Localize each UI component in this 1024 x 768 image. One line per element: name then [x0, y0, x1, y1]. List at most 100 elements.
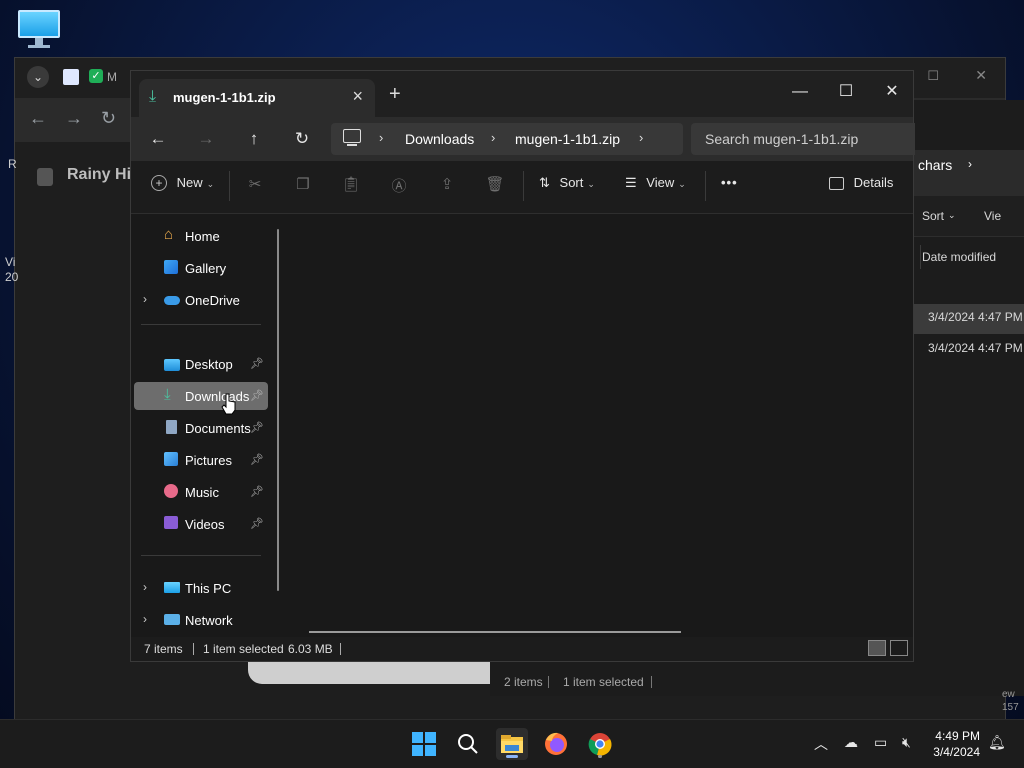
show-hidden-icons-chevron-icon[interactable]: ︿ [814, 734, 828, 754]
network-status-icon[interactable]: ▭ [874, 734, 887, 751]
background-tab-title[interactable]: M [107, 70, 117, 84]
navigation-bar: ← → ↑ ↻ › Downloads › mugen-1-1b1.zip › … [131, 117, 915, 161]
tab-mugen-zip[interactable]: ⤓ mugen-1-1b1.zip × [139, 79, 375, 117]
sidebar-item-downloads[interactable]: ⤓ Downloads 📌︎ [134, 382, 268, 410]
clock[interactable]: 4:49 PM 3/4/2024 [933, 728, 980, 760]
sidebar-item-music[interactable]: Music 📌︎ [134, 478, 268, 506]
onedrive-offline-icon[interactable]: ☁︎ [844, 734, 858, 751]
expand-chevron-icon[interactable]: › [143, 612, 147, 626]
breadcrumb-chevron-icon[interactable]: › [491, 130, 495, 145]
volume-muted-icon[interactable]: 🔇︎ [902, 734, 911, 751]
breadcrumb-downloads[interactable]: Downloads [405, 131, 474, 147]
refresh-icon[interactable]: ↻ [287, 125, 317, 153]
horizontal-scrollbar[interactable] [309, 631, 681, 633]
tab-close-icon[interactable]: × [352, 86, 363, 107]
navigation-pane: ⌂ Home Gallery › OneDrive Desktop 📌︎ ⤓ D… [131, 214, 289, 639]
this-pc-desktop-icon[interactable] [18, 10, 60, 50]
nav-pane-scrollbar[interactable] [277, 229, 279, 591]
notification-bell-icon[interactable]: 🔔︎ [988, 734, 1006, 751]
background-close-icon[interactable]: ✕ [975, 67, 987, 84]
background-row-date: 3/4/2024 4:47 PM [928, 310, 1023, 324]
sidebar-item-gallery[interactable]: Gallery [134, 254, 268, 282]
expand-chevron-icon[interactable]: › [143, 580, 147, 594]
background-crumb[interactable]: chars [918, 157, 952, 173]
background-status-items: 2 items [504, 675, 543, 689]
sidebar-item-network[interactable]: › Network [134, 606, 268, 634]
background-sort-chevron-icon: ⌄ [948, 210, 956, 220]
sort-button[interactable]: ⇅ Sort ⌄ [539, 175, 595, 191]
details-button[interactable]: Details [829, 175, 893, 191]
copy-icon[interactable]: ❐ [293, 175, 313, 195]
tiles-view-toggle-icon[interactable] [890, 640, 908, 656]
search-box[interactable]: Search mugen-1-1b1.zip [691, 123, 915, 155]
taskbar: ︿ ☁︎ ▭ 🔇︎ 4:49 PM 3/4/2024 🔔︎ [0, 719, 1024, 768]
file-list-area[interactable] [289, 214, 913, 639]
expand-chevron-icon[interactable]: › [143, 292, 147, 306]
sidebar-item-pictures[interactable]: Pictures 📌︎ [134, 446, 268, 474]
up-arrow-icon[interactable]: ↑ [239, 125, 269, 153]
gallery-icon [164, 260, 178, 274]
browser-back-icon[interactable]: ← [29, 108, 47, 129]
clock-date: 3/4/2024 [933, 745, 980, 759]
edge-fragment-vi: Vi 20 [5, 255, 19, 284]
status-bar: 7 items 1 item selected 6.03 MB [131, 637, 913, 661]
site-favicon-icon [63, 69, 79, 85]
forward-arrow-icon[interactable]: → [191, 125, 221, 153]
minimize-button[interactable]: — [777, 77, 823, 107]
sidebar-item-videos[interactable]: Videos 📌︎ [134, 510, 268, 538]
start-windows-icon[interactable] [408, 728, 440, 760]
sidebar-item-documents[interactable]: Documents 📌︎ [134, 414, 268, 442]
music-icon [164, 484, 178, 498]
sidebar-item-home[interactable]: ⌂ Home [134, 222, 268, 250]
close-button[interactable]: ✕ [869, 77, 915, 107]
rename-icon[interactable]: Ⓐ [389, 175, 409, 195]
chrome-icon[interactable] [584, 728, 616, 760]
details-view-toggle-icon[interactable] [868, 640, 886, 656]
background-panel-edge [248, 662, 490, 684]
pin-icon[interactable]: 📌︎ [250, 453, 264, 466]
cloud-icon [164, 296, 180, 305]
firefox-icon[interactable] [540, 728, 572, 760]
pin-icon[interactable]: 📌︎ [250, 517, 264, 530]
back-arrow-icon[interactable]: ← [143, 125, 173, 153]
pin-icon[interactable]: 📌︎ [250, 389, 264, 402]
view-button[interactable]: ☰ View ⌄ [625, 175, 686, 191]
share-icon[interactable]: ⇪ [437, 175, 457, 195]
sidebar-item-desktop[interactable]: Desktop 📌︎ [134, 350, 268, 378]
page-book-icon [37, 168, 53, 186]
search-icon[interactable] [452, 728, 484, 760]
paste-icon[interactable]: 📋︎ [341, 175, 361, 195]
breadcrumb-chevron-icon[interactable]: › [379, 130, 383, 145]
edge-fragment-r: R [8, 157, 17, 171]
clock-time: 4:49 PM [935, 729, 980, 743]
tab-list-button[interactable]: ⌄ [27, 66, 49, 88]
background-sort-button[interactable]: Sort [922, 209, 944, 223]
pin-icon[interactable]: 📌︎ [250, 421, 264, 434]
background-maximize-icon[interactable]: ☐ [927, 68, 939, 84]
search-placeholder: Search mugen-1-1b1.zip [705, 131, 859, 147]
more-options-button[interactable]: ••• [721, 175, 738, 190]
background-view-button[interactable]: Vie [984, 209, 1001, 223]
pin-icon[interactable]: 📌︎ [250, 485, 264, 498]
sidebar-item-this-pc[interactable]: › This PC [134, 574, 268, 602]
cut-icon[interactable]: ✂ [245, 175, 265, 195]
file-explorer-taskbar-icon[interactable] [496, 728, 528, 760]
background-column-date[interactable]: Date modified [922, 250, 996, 264]
new-tab-button[interactable]: + [389, 83, 401, 106]
background-row-date: 3/4/2024 4:47 PM [928, 341, 1023, 355]
maximize-button[interactable]: ☐ [823, 77, 869, 107]
details-pane-icon [829, 177, 844, 191]
browser-reload-icon[interactable]: ↻ [101, 108, 116, 129]
breadcrumb-chevron-icon[interactable]: › [639, 130, 643, 145]
breadcrumb-zip[interactable]: mugen-1-1b1.zip [515, 131, 620, 147]
address-bar[interactable]: › Downloads › mugen-1-1b1.zip › [331, 123, 683, 155]
sidebar-item-onedrive[interactable]: › OneDrive [134, 286, 268, 314]
browser-forward-icon[interactable]: → [65, 108, 83, 129]
pin-icon[interactable]: 📌︎ [250, 357, 264, 370]
background-status-selected: 1 item selected [563, 675, 644, 689]
delete-icon[interactable]: 🗑︎ [485, 175, 505, 195]
title-bar[interactable]: ⤓ mugen-1-1b1.zip × + — ☐ ✕ [131, 71, 913, 117]
new-button[interactable]: + New ⌄ [151, 175, 214, 191]
pictures-icon [164, 452, 178, 466]
status-item-count: 7 items [144, 642, 183, 656]
